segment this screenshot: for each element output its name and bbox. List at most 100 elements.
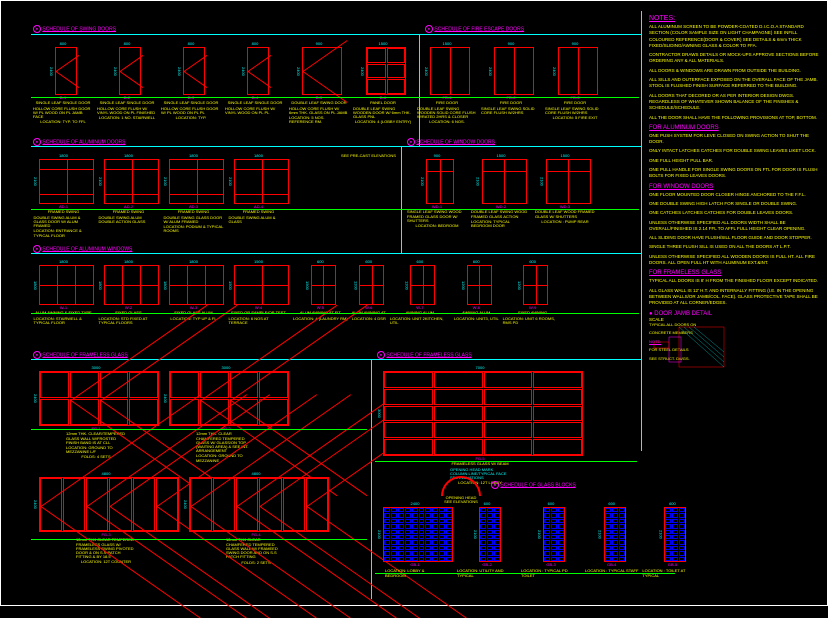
elevation-drawing: [234, 265, 289, 305]
height-dim: 2400: [241, 67, 246, 76]
al-note: ONE PULL HANDLE FOR SINGLE SWING DOORS O…: [649, 167, 821, 180]
al-note: ONE FULL HEIGHT PULL BAR.: [649, 158, 821, 164]
item-tag: GB-2: [482, 563, 491, 567]
item-loc: LOCATION: TYP.: [176, 116, 207, 120]
elevation-drawing: [430, 47, 470, 95]
item-desc: 12mm THK. CLEAR/TEMPERED GLASS WALL W/FR…: [66, 432, 126, 445]
schedule-item: 600 2100 GB-3 LOCATION : TYPICAL PD TOIL…: [521, 501, 581, 578]
elevation-drawing: [39, 159, 94, 204]
row3: 1800 1800 W-1 ALUM AWNING & FIXED TYPE L…: [33, 259, 563, 325]
elevation-drawing: [39, 477, 179, 532]
height-dim: 2400: [424, 67, 429, 76]
item-loc: LOCATION: 4 DSR: [352, 317, 386, 321]
height-dim: 2400: [113, 67, 118, 76]
schedule-item: 900 2400 FD-3 FIRE DOOR SINGLE LEAF SWIN…: [545, 41, 605, 125]
tag-icon: ●: [33, 138, 41, 146]
width-dim: 600: [417, 259, 424, 264]
wd-note: ONE DOUBLE SWING HIGH LATCH FOR SINGLE O…: [649, 201, 821, 207]
note-5: ALL DOORS THAT DECORED OR AS PER INTERIO…: [649, 93, 821, 112]
divider: [371, 359, 372, 599]
schedule-item: 1500 2100 WD-3 DOUBLE LEAF WOOD FRAMED G…: [535, 153, 595, 228]
schedule-item: 900 2400 D-5 DOUBLE LEAF SWING DOOR HOLL…: [289, 41, 349, 125]
width-dim: 3000: [222, 365, 231, 370]
width-dim: 800: [188, 41, 195, 46]
elevation-drawing: [359, 265, 384, 305]
elevation-drawing: [104, 265, 159, 305]
item-desc: HOLLOW CORE FLUSH DOOR W/ PL WOOD ON PL …: [33, 107, 93, 120]
height-dim: 2400: [33, 394, 38, 403]
item-loc: LOCATION: STAIRWELL & TYPICAL FLOOR: [34, 317, 94, 325]
height-dim: 2400: [49, 67, 54, 76]
height-dim: 2100: [537, 530, 542, 539]
width-dim: 900: [508, 41, 515, 46]
tag-icon: ●: [377, 351, 385, 359]
item-loc: LOCATION: TYP UP & FL: [170, 317, 216, 321]
width-dim: 1500: [561, 153, 570, 158]
elevation-drawing: [494, 47, 534, 95]
tag-icon: ●: [407, 138, 415, 146]
elevation-drawing: [39, 265, 94, 305]
divider: [401, 146, 402, 253]
item-loc: LOCATION: GROUND TO MEZZANINE L/F: [66, 446, 126, 454]
note-4: ALL SILLS AND OUTERFACE EXPOSED ON THE O…: [649, 77, 821, 90]
schedule-item: 900 2100 WD-1 SINGLE LEAF SWING WOOD FRA…: [407, 153, 467, 228]
elevation-drawing: [410, 265, 435, 305]
schedule-item: 1800 2100 AD-3 FRAMED SWING DOUBLE SWING…: [163, 153, 224, 238]
row4a: 3000 2400 FG-1 12mm THK. CLEAR/TEMPERED …: [33, 365, 289, 463]
height-dim: 2100: [540, 177, 545, 186]
al-note: ONLY INTACT LATCHES CATCHES FOR DOUBLE S…: [649, 148, 821, 154]
width-dim: 600: [608, 501, 615, 506]
height-dim: 2400: [296, 67, 301, 76]
schedule-item: 600 2100 GB-5 LOCATION : TOILET AT TYPIC…: [642, 501, 702, 578]
width-dim: 600: [484, 501, 491, 506]
item-loc: LOCATION: ENTRANCE & TYPICAL FLOOR: [34, 229, 94, 237]
elevation-drawing: [119, 47, 141, 95]
schedule-item: 800 2400 D-4 SINGLE LEAF SINGLE DOOR HOL…: [225, 41, 285, 125]
width-dim: 1800: [189, 153, 198, 158]
item-loc: LOCATION: 12T COUNTER: [81, 560, 131, 564]
item-desc: DOUBLE SWING ALUM DOUBLE ACTION GLASS: [99, 216, 159, 224]
elevation-drawing: [169, 265, 224, 305]
wd-note: ONE FLOOR MOUNTED DOOR CLOSER HINGE ANCH…: [649, 192, 821, 198]
height-dim: 2400: [183, 500, 188, 509]
wd-note: UNLESS OTHERWISE SPECIFIED ALL DOORS WID…: [649, 220, 821, 233]
row4b-title: ● SCHEDULE OF FRAMELESS GLASS: [377, 351, 472, 359]
schedule-item: 1500 1500 W-4 FIXED OR SAMPLE/OR TEST LO…: [228, 259, 289, 325]
height-dim: 1800: [33, 281, 38, 290]
elevation-drawing: [546, 159, 591, 204]
width-dim: 600: [473, 259, 480, 264]
fg-note: ALL GLASS WALL IS 12' H.T. AND INTERNALL…: [649, 288, 821, 307]
ground-line: [375, 461, 637, 462]
item-loc: LOCATION: 4 (LAUNDRY RM): [293, 317, 348, 321]
height-dim: 2100: [228, 177, 233, 186]
height-dim: 2100: [476, 177, 481, 186]
item-loc: LOCATION: UNIT3, UTIL: [454, 317, 499, 321]
schedule-item: 1800 2100 AD-1 FRAMED SWING DOUBLE SWING…: [33, 153, 94, 238]
height-dim: 1500: [305, 281, 310, 290]
row1: 800 2400 D-1 SINGLE LEAF SINGLE DOOR HOL…: [33, 41, 605, 125]
item-fold: FOLDS: 4 SETS: [81, 455, 110, 459]
tag-icon: ●: [491, 481, 499, 489]
height-dim: 1200: [353, 281, 358, 290]
tag-icon: ●: [33, 25, 41, 33]
item-desc: FRAMELESS GLASS W/ BEAM: [451, 462, 508, 466]
item-desc: DOUBLE SWING ALUM & GLASS: [229, 216, 289, 224]
tag-icon: ●: [425, 25, 433, 33]
divider: [31, 146, 641, 147]
item-loc: LOCATION: TYP. TO FFL: [40, 120, 85, 124]
item-loc: LOCATION: UNIT 6 ROOMS, RMS PD: [503, 317, 563, 325]
width-dim: 1500: [443, 41, 452, 46]
item-desc: DOUBLE LEAF SWING WOODEN DOOR W/ 6mm THK…: [353, 107, 413, 120]
width-dim: 4800: [102, 471, 111, 476]
item-loc: LOCATION: TYPICAL BEDROOM DOOR: [471, 220, 531, 228]
note-3: ALL DOORS & WINDOWS ARE DRAWN FROM OUTSI…: [649, 68, 821, 74]
width-dim: 1800: [254, 153, 263, 158]
height-dim: 2400: [552, 67, 557, 76]
width-dim: 600: [317, 259, 324, 264]
width-dim: 3000: [92, 365, 101, 370]
item-desc: HOLLOW CORE FLUSH W/ VINYL WOOD ON PL PL: [225, 107, 285, 115]
item-desc: DOUBLE SWING GLASS DOOR W/ ALUM FRAMED: [164, 216, 224, 224]
note-6: ALL THE DOOR SHALL HAVE THE FOLLOWING PR…: [649, 115, 821, 121]
height-dim: 1800: [163, 281, 168, 290]
height-dim: 2100: [473, 530, 478, 539]
